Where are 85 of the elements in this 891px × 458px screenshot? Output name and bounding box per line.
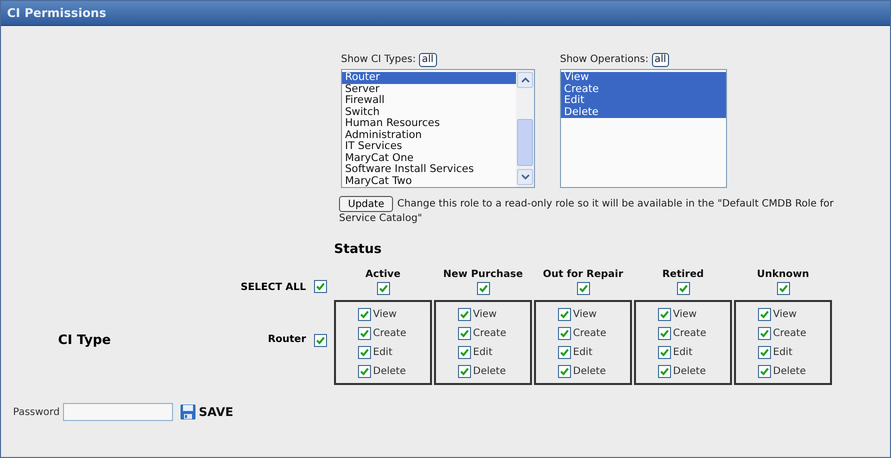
checkbox[interactable] — [358, 308, 371, 321]
list-item[interactable]: View — [561, 72, 726, 84]
select-all-label: SELECT ALL — [240, 281, 306, 295]
permission-label: Create — [773, 328, 806, 339]
list-item[interactable]: Router — [342, 72, 516, 84]
checkbox[interactable] — [458, 327, 471, 340]
permission-label: Edit — [473, 347, 492, 358]
permission-label: Edit — [673, 347, 692, 358]
password-field[interactable] — [62, 403, 173, 421]
checkbox[interactable] — [358, 327, 371, 340]
list-item[interactable]: Switch — [342, 106, 516, 118]
password-label: Password — [13, 406, 60, 418]
permission-label: Delete — [773, 366, 806, 377]
status-label: New Purchase — [443, 269, 523, 280]
row-label: Router — [266, 332, 306, 346]
caret-down-icon[interactable] — [520, 174, 530, 180]
checkbox[interactable] — [558, 365, 571, 378]
list-label: Show Operations: — [560, 54, 649, 65]
permission-label: View — [773, 309, 797, 320]
list-item[interactable]: Server — [342, 84, 516, 95]
checkbox[interactable] — [658, 308, 671, 321]
checkbox[interactable] — [476, 282, 490, 295]
list-item[interactable]: Edit — [561, 95, 726, 106]
permission-label: Edit — [573, 347, 592, 358]
checkbox[interactable] — [758, 365, 771, 378]
checkbox[interactable] — [458, 365, 471, 378]
checkbox[interactable] — [658, 327, 671, 340]
checkbox[interactable] — [776, 282, 790, 295]
update-button[interactable]: Update — [339, 196, 394, 212]
ci-type-heading: CI Type — [57, 332, 112, 350]
permission-label: View — [573, 309, 597, 320]
permission-label: Delete — [473, 366, 506, 377]
list-item[interactable]: Firewall — [342, 95, 516, 106]
list-item[interactable]: Human Resources — [342, 118, 516, 130]
checkbox[interactable] — [376, 282, 390, 295]
permission-label: Delete — [373, 366, 406, 377]
checkbox[interactable] — [676, 282, 690, 295]
permission-label: View — [373, 309, 397, 320]
checkbox[interactable] — [758, 327, 771, 340]
permission-label: Create — [673, 328, 706, 339]
checkbox[interactable] — [658, 365, 671, 378]
checkbox[interactable] — [558, 327, 571, 340]
caret-up-icon[interactable] — [520, 77, 530, 83]
checkbox[interactable] — [314, 280, 326, 293]
checkbox[interactable] — [358, 365, 371, 378]
list-item[interactable]: Delete — [561, 106, 726, 118]
permission-label: Create — [373, 328, 406, 339]
permission-label: Delete — [673, 366, 706, 377]
list-item[interactable]: Create — [561, 84, 726, 95]
checkbox[interactable] — [576, 282, 590, 295]
checkbox[interactable] — [314, 334, 326, 346]
update-note: Update Change this role to a read-only role so it will be available in the "Default CMDB Role for Service Catalog" — [1, 188, 859, 226]
list-box[interactable]: View Create Edit Delete — [560, 69, 727, 188]
permission-label: Edit — [773, 347, 792, 358]
permission-label: Create — [473, 328, 506, 339]
list-item[interactable]: MaryCat Two — [342, 176, 516, 187]
list-item[interactable]: Administration — [342, 130, 516, 141]
list-label: Show CI Types: — [341, 54, 416, 65]
checkbox[interactable] — [558, 346, 571, 359]
status-heading: Status — [334, 242, 383, 259]
list-item[interactable]: MaryCat One — [342, 152, 516, 164]
checkbox[interactable] — [558, 308, 571, 321]
permission-label: View — [673, 309, 697, 320]
all-button[interactable]: all — [652, 52, 670, 66]
status-label: Active — [365, 269, 401, 280]
status-label: Retired — [662, 269, 704, 280]
checkbox[interactable] — [658, 346, 671, 359]
status-label: Out for Repair — [542, 269, 624, 280]
permission-label: Edit — [373, 347, 392, 358]
list-item[interactable]: IT Services — [342, 141, 516, 152]
list-item[interactable]: Software Install Services — [342, 164, 516, 176]
checkbox[interactable] — [358, 346, 371, 359]
permission-label: Delete — [573, 366, 606, 377]
all-button[interactable]: all — [418, 52, 437, 66]
checkbox[interactable] — [458, 346, 471, 359]
scrollbar[interactable] — [516, 70, 534, 187]
save-button[interactable]: SAVE — [180, 404, 234, 420]
checkbox[interactable] — [758, 346, 771, 359]
list-box[interactable]: Router Server Firewall Switch Human Resources Administration IT Services MaryCat One Software Install Services MaryCat Two — [341, 69, 535, 188]
permission-label: Create — [573, 328, 606, 339]
checkbox[interactable] — [758, 308, 771, 321]
status-label: Unknown — [756, 269, 810, 280]
checkbox[interactable] — [458, 308, 471, 321]
window-title: CI Permissions — [1, 1, 890, 26]
permission-label: View — [473, 309, 497, 320]
